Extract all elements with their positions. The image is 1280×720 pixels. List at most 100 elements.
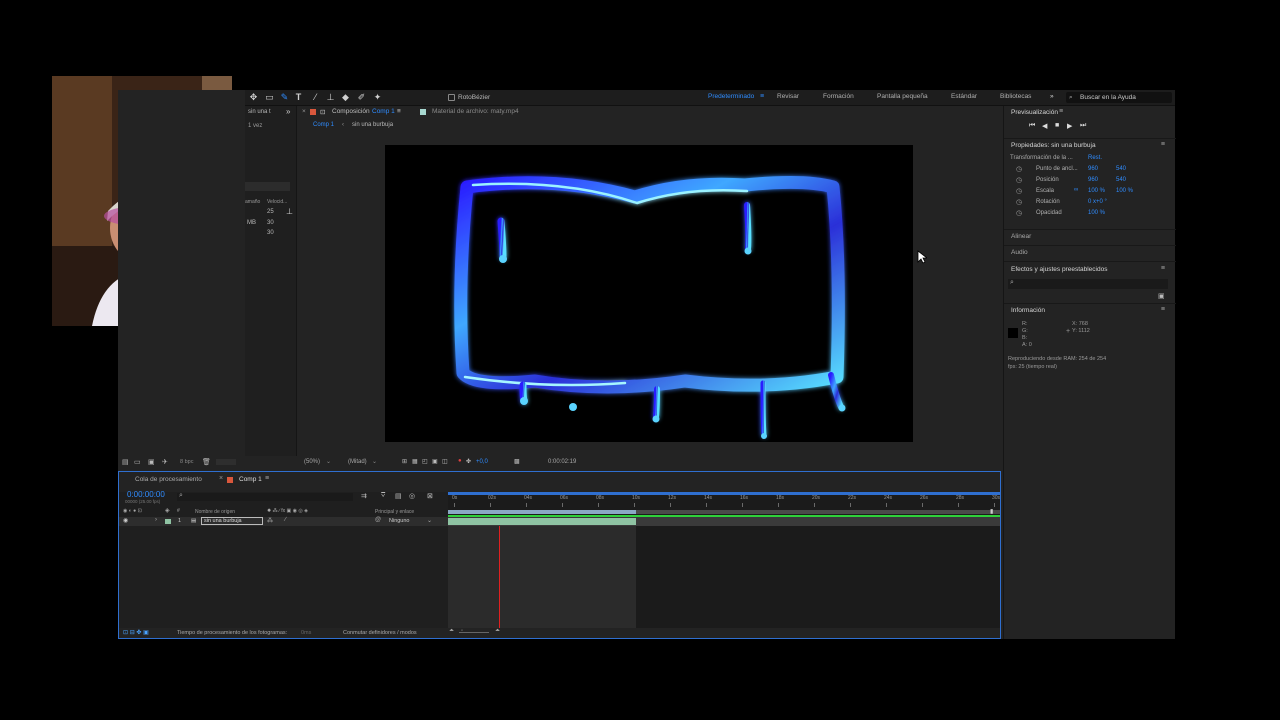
breadcrumb-comp[interactable]: Comp 1 (313, 122, 334, 128)
prop-position-v1[interactable]: 960 (1088, 177, 1098, 183)
resolution-dropdown-icon[interactable]: ⌄ (372, 458, 377, 465)
time-ruler[interactable]: 0s 02s 04s 06s 08s 10s 12s 14s 16s 18s 20s 22s 24s 26… (448, 495, 1000, 507)
expand-arrow-icon[interactable]: › (155, 517, 157, 523)
layer-row[interactable]: ◉ › 1 ▤ sin una burbuja ⁂ ∕ @ Ninguno ⌄ (119, 517, 448, 526)
frame-blending-icon[interactable]: ▤ (395, 492, 402, 500)
layer-label-color[interactable] (165, 519, 171, 524)
switch-header-icons[interactable]: ✹ ⁂ ∕ fx ▣ ◉ ◎ ◈ (267, 508, 308, 514)
prop-anchor-v2[interactable]: 540 (1116, 166, 1126, 172)
stopwatch-icon[interactable]: ◷ (1016, 187, 1022, 195)
timeline-comp-tab[interactable]: Comp 1 (239, 476, 262, 483)
mask-icon[interactable]: ◰ (422, 458, 428, 465)
hierarchy-icon[interactable]: ⊥ (286, 207, 293, 216)
next-frame-icon[interactable]: ▶ (1067, 122, 1072, 130)
prop-position-v2[interactable]: 540 (1116, 177, 1126, 183)
comp-tab-menu-icon[interactable]: ≡ (397, 108, 401, 115)
close-tab-icon[interactable]: × (302, 108, 306, 115)
interpret-footage-icon[interactable]: ▤ (122, 458, 129, 466)
scale-link-icon[interactable]: ∞ (1074, 187, 1078, 193)
effects-menu-icon[interactable]: ≡ (1161, 265, 1165, 272)
exposure-icon[interactable]: ✤ (466, 458, 471, 465)
stopwatch-icon[interactable]: ◷ (1016, 198, 1022, 206)
parent-link-header[interactable]: Principal y enlace (375, 509, 414, 515)
label-icon[interactable]: ◈ (165, 507, 170, 514)
region-icon[interactable]: ⊞ (402, 458, 407, 465)
bpc-label[interactable]: 8 bpc (180, 459, 193, 465)
effects-search-input[interactable]: ⌕ (1008, 279, 1168, 289)
eraser-tool-icon[interactable]: ◆ (340, 92, 351, 103)
zoom-slider[interactable] (459, 632, 489, 633)
new-folder-icon[interactable]: ▭ (134, 458, 141, 466)
footer-toggle-icons[interactable]: ⊡ ⊟ ✤ ▣ (123, 629, 149, 636)
workspace-menu-icon[interactable]: ≡ (760, 93, 764, 100)
reset-button[interactable]: Rest. (1088, 155, 1102, 161)
workspace-predeterminado[interactable]: Predeterminado (708, 93, 754, 100)
project-settings-icon[interactable]: ✈ (162, 458, 168, 466)
graph-editor-icon[interactable]: ⊠ (427, 492, 433, 500)
visibility-icon[interactable]: ◉ (123, 517, 128, 524)
zoom-in-icon[interactable]: ⏶ (495, 628, 500, 635)
comp-flowchart-icon[interactable]: ⇉ (361, 492, 367, 500)
layer-duration-bar[interactable] (448, 518, 636, 525)
layer-name[interactable]: sin una burbuja (201, 517, 263, 525)
prop-opacity-v1[interactable]: 100 % (1088, 210, 1105, 216)
pickwhip-icon[interactable]: @ (375, 517, 381, 523)
col-size-header[interactable]: amaño (245, 199, 260, 205)
audio-title[interactable]: Audio (1011, 249, 1028, 256)
prop-rotation-v1[interactable]: 0 x+0 ° (1088, 199, 1107, 205)
workspace-pantalla-pequena[interactable]: Pantalla pequeña (877, 93, 928, 100)
work-area-track[interactable] (448, 510, 1000, 514)
prev-frame-icon[interactable]: ◀ (1042, 122, 1047, 130)
delete-icon[interactable]: 🗑 (202, 458, 211, 466)
roto-brush-icon[interactable]: ✐ (356, 92, 367, 103)
quality-switch-icon[interactable]: ∕ (285, 517, 286, 523)
lock-icon[interactable]: ⊡ (320, 108, 325, 116)
zoom-select[interactable]: (50%) (304, 459, 320, 465)
align-title[interactable]: Alinear (1011, 233, 1031, 240)
viewer-timecode[interactable]: 0:00:02:19 (548, 459, 576, 465)
resolution-select[interactable]: (Mitad) (348, 459, 367, 465)
av-switch-icons[interactable]: ◉ ◐ ● ⊡ (123, 508, 142, 514)
layer-search-input[interactable]: ⌕ (177, 492, 353, 501)
color-channel-icon[interactable]: ● (458, 458, 462, 464)
info-menu-icon[interactable]: ≡ (1161, 306, 1165, 313)
workspace-formacion[interactable]: Formación (823, 93, 854, 100)
breadcrumb-layer[interactable]: sin una burbuja (352, 122, 393, 128)
properties-menu-icon[interactable]: ≡ (1161, 141, 1165, 148)
render-queue-tab[interactable]: Cola de procesamiento (135, 476, 202, 483)
rotobezier-checkbox[interactable] (448, 94, 455, 101)
source-name-header[interactable]: Nombre de origen (195, 509, 235, 515)
channel-icon[interactable]: ◫ (442, 458, 448, 465)
project-search-bar[interactable] (245, 182, 290, 191)
stopwatch-icon[interactable]: ◷ (1016, 165, 1022, 173)
footage-tab[interactable]: Material de archivo: maty.mp4 (432, 108, 519, 115)
transform-label[interactable]: Transformación de la ... (1010, 155, 1073, 161)
timeline-tab-menu-icon[interactable]: ≡ (265, 475, 269, 482)
zoom-dropdown-icon[interactable]: ⌄ (326, 458, 331, 465)
first-frame-icon[interactable]: ⏮ (1029, 122, 1035, 130)
parent-select[interactable]: Ninguno (389, 518, 410, 524)
composition-viewer[interactable] (385, 145, 913, 442)
stopwatch-icon[interactable]: ◷ (1016, 209, 1022, 217)
text-tool-icon[interactable]: T (293, 92, 304, 103)
parent-dropdown-icon[interactable]: ⌄ (427, 517, 432, 524)
shy-layers-icon[interactable]: ⩢ (381, 492, 385, 500)
panel-expand-icon[interactable]: » (286, 107, 290, 116)
hand-tool-icon[interactable]: ✥ (248, 92, 259, 103)
help-search-input[interactable]: ⌕ Buscar en la Ayuda (1066, 92, 1172, 103)
transparency-grid-icon[interactable]: ▦ (412, 458, 418, 465)
stopwatch-icon[interactable]: ◷ (1016, 176, 1022, 184)
playhead[interactable] (499, 526, 500, 638)
layer-switch-icon[interactable]: ⁂ (267, 517, 273, 524)
stop-icon[interactable]: ■ (1055, 122, 1059, 129)
project-tab-label[interactable]: sin una t (248, 109, 271, 115)
current-timecode[interactable]: 0:00:00:00 (127, 490, 165, 499)
guides-icon[interactable]: ▣ (432, 458, 438, 465)
project-scrollbar[interactable] (216, 459, 236, 465)
exposure-value[interactable]: +0,0 (476, 459, 488, 465)
comp-tab-prefix[interactable]: Composición (332, 108, 370, 115)
timeline-track-area[interactable]: 0s 02s 04s 06s 08s 10s 12s 14s 16s 18s 20s 22s 24s 26… (448, 492, 1000, 638)
workspace-bibliotecas[interactable]: Bibliotecas (1000, 93, 1031, 100)
prop-scale-v2[interactable]: 100 % (1116, 188, 1133, 194)
zoom-out-icon[interactable]: ⏶ (449, 628, 454, 635)
